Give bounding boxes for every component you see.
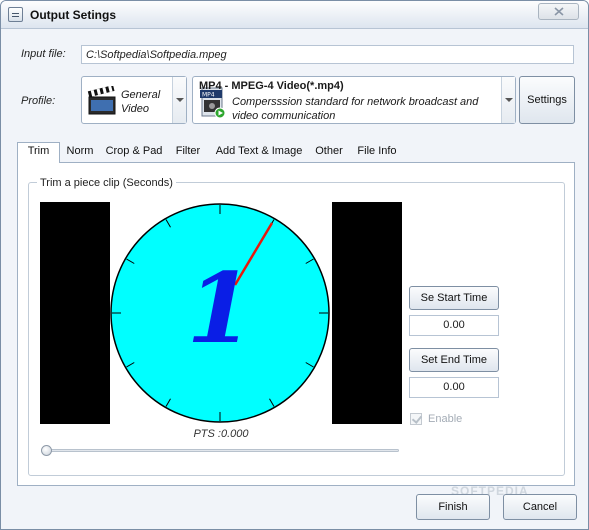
profile-category-dropdown[interactable]: General Video bbox=[81, 76, 187, 124]
svg-text:MP4: MP4 bbox=[202, 92, 215, 99]
profile-format-dropdown[interactable]: MP4 MP4 - MPEG-4 Video(*.mp4) Compersssi… bbox=[192, 76, 516, 124]
enable-label: Enable bbox=[428, 413, 463, 425]
input-file-label: Input file: bbox=[21, 48, 66, 60]
title-bar: Output Setings bbox=[1, 1, 588, 29]
chevron-down-icon[interactable] bbox=[501, 77, 515, 123]
profile-format-title: MP4 - MPEG-4 Video(*.mp4) bbox=[199, 80, 344, 92]
tab-file-info[interactable]: File Info bbox=[352, 143, 402, 162]
start-time-field[interactable]: 0.00 bbox=[409, 315, 499, 336]
set-start-time-button[interactable]: Se Start Time bbox=[409, 286, 499, 310]
chevron-down-icon[interactable] bbox=[172, 77, 186, 123]
countdown-digit: 1 bbox=[187, 252, 254, 365]
pts-readout: PTS :0.000 bbox=[193, 428, 249, 440]
timeline-slider-track[interactable] bbox=[43, 449, 399, 452]
timeline-slider-thumb[interactable] bbox=[41, 445, 52, 456]
end-time-field[interactable]: 0.00 bbox=[409, 377, 499, 398]
close-button[interactable] bbox=[538, 3, 579, 20]
preview-frame: 1 bbox=[40, 202, 402, 424]
close-icon bbox=[554, 7, 564, 16]
tab-other[interactable]: Other bbox=[311, 143, 347, 162]
input-file-field[interactable]: C:\Softpedia\Softpedia.mpeg bbox=[81, 45, 574, 64]
enable-checkbox[interactable] bbox=[410, 413, 422, 425]
trim-group-title: Trim a piece clip (Seconds) bbox=[37, 177, 176, 189]
finish-button[interactable]: Finish bbox=[416, 494, 490, 520]
set-end-time-button[interactable]: Set End Time bbox=[409, 348, 499, 372]
tab-trim[interactable]: Trim bbox=[17, 142, 60, 163]
profile-label: Profile: bbox=[21, 95, 56, 107]
profile-format-desc-line1: Compersssion standard for network broadc… bbox=[232, 96, 479, 108]
window-title: Output Setings bbox=[30, 8, 116, 22]
profile-category-line2: Video bbox=[121, 103, 149, 115]
profile-category-line1: General bbox=[121, 89, 161, 101]
profile-format-desc-line2: video communication bbox=[232, 110, 336, 122]
tab-norm[interactable]: Norm bbox=[63, 143, 97, 162]
settings-button[interactable]: Settings bbox=[519, 76, 575, 124]
output-settings-window: Output Setings Input file: C:\Softpedia\… bbox=[0, 0, 589, 530]
tab-add-text-image[interactable]: Add Text & Image bbox=[211, 143, 307, 162]
window-menu-icon[interactable] bbox=[8, 7, 23, 22]
cancel-button[interactable]: Cancel bbox=[503, 494, 577, 520]
video-preview: 1 bbox=[40, 202, 402, 424]
clapperboard-icon bbox=[87, 86, 116, 115]
tab-filter[interactable]: Filter bbox=[171, 143, 205, 162]
tab-crop-pad[interactable]: Crop & Pad bbox=[103, 143, 165, 162]
